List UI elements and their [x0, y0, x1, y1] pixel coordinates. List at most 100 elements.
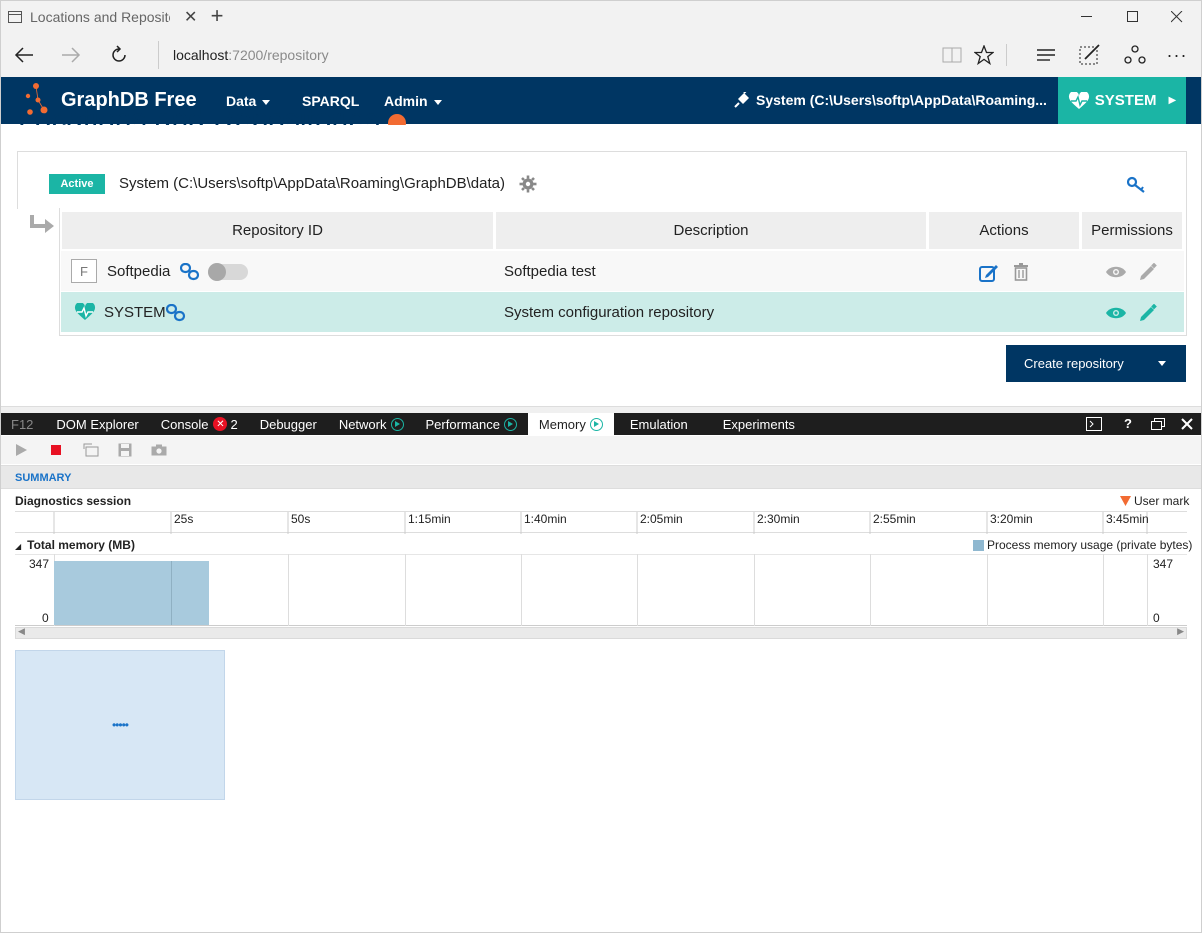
timeline-tick: 1:40min	[524, 512, 567, 526]
tab-memory[interactable]: Memory	[527, 413, 614, 435]
column-header-repository-id: Repository ID	[62, 212, 493, 249]
help-icon[interactable]: ?	[1124, 416, 1132, 431]
tab-performance[interactable]: Performance	[415, 413, 528, 435]
read-permission-eye-icon[interactable]	[1105, 265, 1127, 279]
minimize-icon[interactable]	[1064, 0, 1110, 33]
save-session-icon[interactable]	[118, 443, 132, 457]
devtools-tabbar: F12 DOM Explorer Console ✕ 2 Debugger Netw…	[1, 413, 1201, 435]
write-permission-pencil-icon[interactable]	[1139, 304, 1157, 322]
timeline-tick: 1:15min	[408, 512, 451, 526]
column-header-actions: Actions	[929, 212, 1079, 249]
page-icon	[8, 10, 22, 23]
chevron-down-icon	[433, 99, 442, 105]
write-permission-pencil-icon[interactable]	[1139, 263, 1157, 281]
web-note-icon[interactable]	[1077, 42, 1103, 68]
snapshot-camera-icon[interactable]	[151, 444, 167, 456]
repository-description: System configuration repository	[504, 304, 715, 321]
tab-console[interactable]: Console ✕ 2	[150, 413, 249, 435]
gear-icon[interactable]	[519, 175, 537, 193]
tab-emulation[interactable]: Emulation	[614, 413, 712, 435]
location-path: System (C:\Users\softp\AppData\Roaming\G…	[119, 175, 505, 192]
collapse-triangle-icon: ◢	[15, 542, 22, 551]
play-icon	[589, 417, 603, 431]
timeline-scrollbar[interactable]: ◀ ▶	[15, 626, 1187, 639]
tab-debugger[interactable]: Debugger	[249, 413, 328, 435]
address-host: localhost	[173, 47, 229, 63]
close-window-icon[interactable]	[1154, 0, 1200, 33]
browser-tab[interactable]: Locations and Repositor ✕	[0, 0, 200, 33]
repository-id-link[interactable]: SYSTEM	[104, 304, 166, 321]
devtools-splitter[interactable]	[1, 406, 1201, 413]
tab-experiments[interactable]: Experiments	[712, 413, 806, 435]
user-mark-label: User mark	[1134, 494, 1190, 508]
address-path: :7200/repository	[228, 47, 329, 63]
tab-dom-explorer[interactable]: DOM Explorer	[45, 413, 149, 435]
status-badge: Active	[49, 174, 105, 194]
repository-selector-button[interactable]: SYSTEM ▶	[1058, 77, 1186, 124]
timeline-tick: 2:55min	[873, 512, 916, 526]
new-tab-icon[interactable]: +	[206, 5, 228, 27]
stop-session-icon[interactable]	[51, 445, 61, 455]
column-header-permissions: Permissions	[1082, 212, 1182, 249]
y-axis-max-right: 347	[1153, 557, 1174, 571]
memory-chart	[15, 554, 1187, 626]
maximize-icon[interactable]	[1110, 0, 1156, 33]
console-error-count: 2	[230, 416, 238, 432]
devtools-f12-label: F12	[11, 416, 34, 432]
create-repository-button[interactable]: Create repository	[1006, 345, 1186, 382]
edit-icon[interactable]	[979, 263, 999, 282]
info-icon[interactable]	[388, 114, 407, 125]
memory-legend: Process memory usage (private bytes)	[973, 538, 1192, 552]
tab-title: Locations and Repositor	[30, 8, 170, 25]
hub-menu-icon[interactable]	[1033, 42, 1059, 68]
share-icon[interactable]	[1122, 42, 1148, 68]
y-axis-min-left: 0	[42, 611, 49, 625]
diagnostics-session-label: Diagnostics session	[15, 494, 132, 508]
repository-id-link[interactable]: Softpedia	[107, 263, 170, 280]
address-bar[interactable]: localhost:7200/repository	[158, 41, 928, 69]
link-icon[interactable]	[166, 304, 186, 322]
summary-heading[interactable]: SUMMARY	[15, 472, 71, 484]
user-mark-legend: User mark	[1120, 494, 1189, 508]
read-permission-eye-icon[interactable]	[1105, 306, 1127, 320]
summary-bar	[1, 465, 1201, 489]
toolbar-divider	[1006, 44, 1007, 66]
close-tab-icon[interactable]: ✕	[184, 7, 197, 27]
favorite-star-icon[interactable]	[971, 42, 997, 68]
timeline-tick: 2:30min	[757, 512, 800, 526]
total-memory-text: Total memory (MB)	[27, 538, 135, 552]
play-icon	[503, 417, 517, 431]
plug-icon	[734, 92, 750, 108]
refresh-icon[interactable]	[106, 42, 132, 68]
chevron-right-icon: ▶	[1168, 95, 1177, 106]
undock-icon[interactable]	[1151, 418, 1165, 430]
start-session-icon[interactable]	[16, 444, 27, 456]
forward-icon[interactable]	[58, 42, 84, 68]
heartbeat-icon	[1068, 91, 1090, 110]
toggle-knob	[208, 263, 226, 281]
scroll-right-icon[interactable]: ▶	[1177, 626, 1184, 637]
timeline-tick: 3:45min	[1106, 512, 1149, 526]
trash-icon[interactable]	[1013, 263, 1029, 281]
active-location[interactable]: System (C:\Users\softp\AppData\Roaming..…	[734, 92, 1047, 108]
default-repository-toggle[interactable]	[208, 263, 248, 281]
scroll-left-icon[interactable]: ◀	[18, 626, 25, 637]
timeline-tick: 2:05min	[640, 512, 683, 526]
reading-view-icon[interactable]	[939, 42, 965, 68]
key-icon[interactable]	[1127, 176, 1147, 194]
tab-network[interactable]: Network	[328, 413, 415, 435]
console-toggle-icon[interactable]	[1086, 417, 1102, 431]
tab-performance-label: Performance	[425, 416, 500, 432]
repository-type-badge: F	[71, 259, 97, 283]
total-memory-label[interactable]: ◢ Total memory (MB)	[15, 538, 135, 552]
link-icon[interactable]	[180, 263, 200, 281]
loading-indicator: •••••	[111, 718, 129, 732]
memory-toolbar	[1, 436, 1201, 464]
more-icon[interactable]: ···	[1164, 42, 1190, 68]
y-axis-max-left: 347	[29, 557, 50, 571]
user-mark-icon	[1120, 496, 1131, 506]
import-session-icon[interactable]	[83, 443, 99, 457]
back-icon[interactable]	[11, 42, 37, 68]
close-devtools-icon[interactable]	[1181, 418, 1193, 430]
snapshot-loading-tile[interactable]: •••••	[15, 650, 225, 800]
